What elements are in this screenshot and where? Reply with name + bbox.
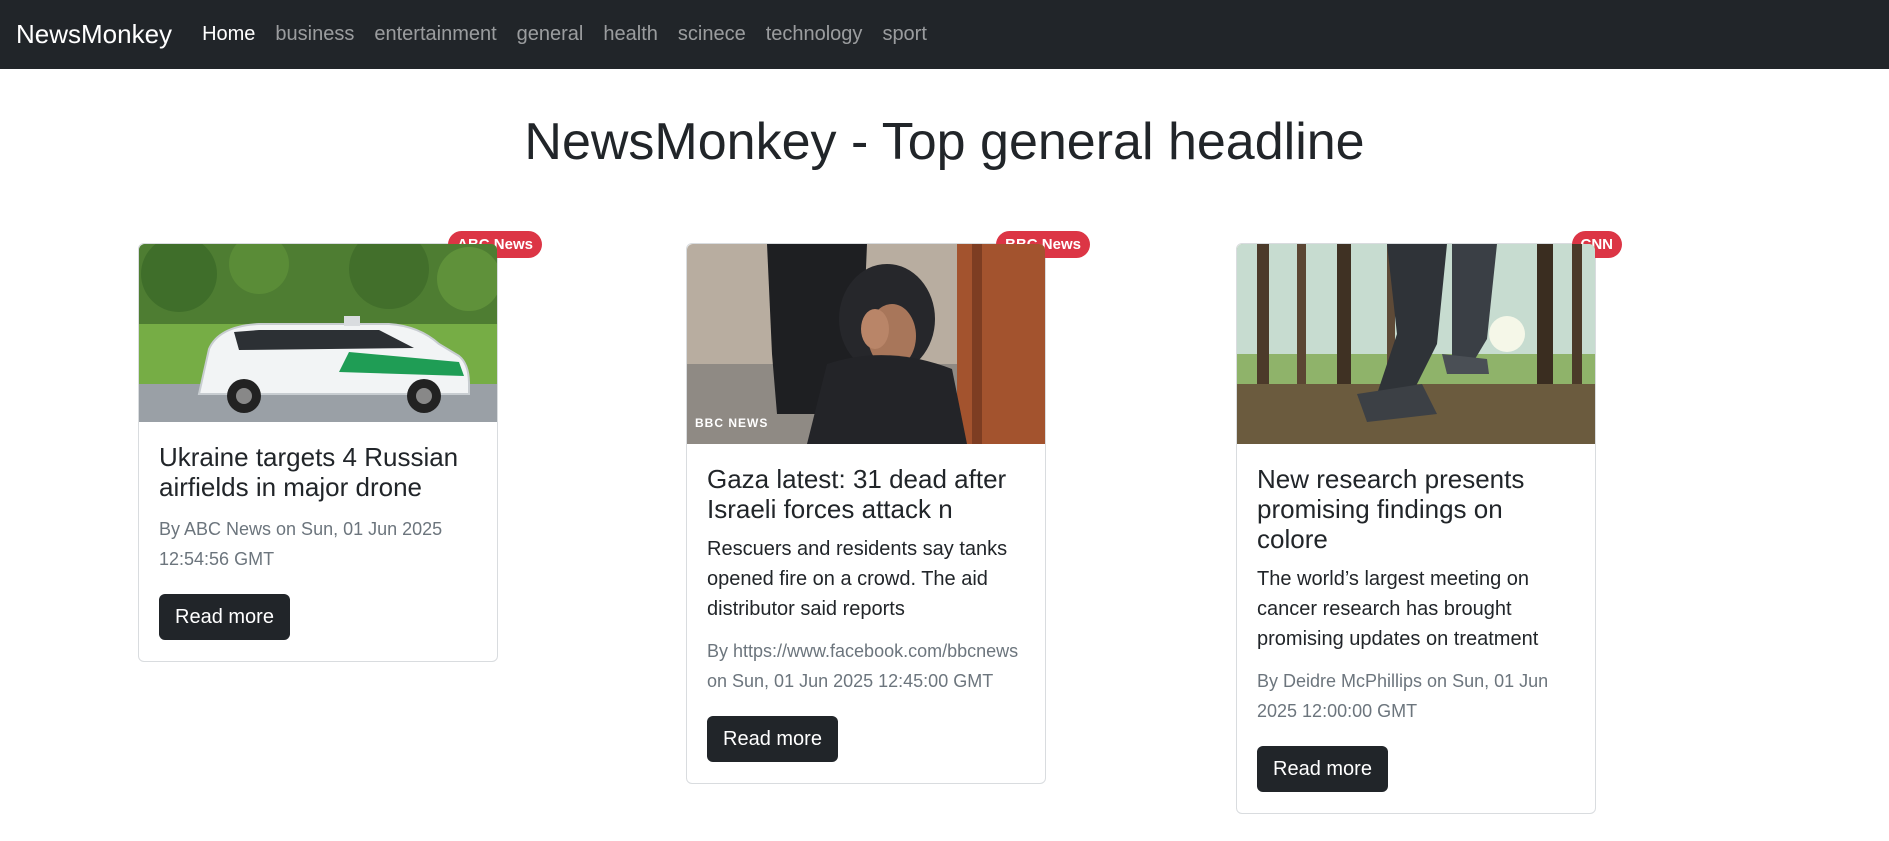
news-description: The world’s largest meeting on cancer re… bbox=[1257, 568, 1539, 650]
woman-photo bbox=[687, 244, 1045, 444]
brand-link[interactable]: NewsMonkey bbox=[16, 19, 172, 50]
news-meta: By Deidre McPhillips on Sun, 01 Jun 2025… bbox=[1257, 671, 1549, 721]
forest-walk-photo bbox=[1237, 244, 1595, 444]
nav-link-general[interactable]: general bbox=[517, 23, 584, 46]
nav-link-science[interactable]: scinece bbox=[678, 23, 746, 46]
news-card: CNN New research presents promising find… bbox=[1236, 231, 1622, 814]
read-more-button[interactable]: Read more bbox=[159, 594, 290, 640]
bbc-watermark: BBC NEWS bbox=[695, 416, 769, 430]
news-meta: By https://www.facebook.com/bbcnews on S… bbox=[707, 641, 1019, 691]
news-description: Rescuers and residents say tanks opened … bbox=[707, 538, 1008, 620]
nav-link-health[interactable]: health bbox=[603, 23, 658, 46]
nav-link-sport[interactable]: sport bbox=[882, 23, 926, 46]
news-title: Gaza latest: 31 dead after Israeli force… bbox=[707, 464, 1007, 524]
news-image bbox=[139, 244, 497, 422]
nav-link-technology[interactable]: technology bbox=[766, 23, 863, 46]
read-more-button[interactable]: Read more bbox=[707, 716, 838, 762]
news-meta: By ABC News on Sun, 01 Jun 2025 12:54:56… bbox=[159, 519, 443, 569]
news-title: New research presents promising findings… bbox=[1257, 464, 1525, 554]
news-title: Ukraine targets 4 Russian airfields in m… bbox=[159, 442, 459, 502]
car-photo bbox=[139, 244, 497, 422]
news-image: BBC NEWS bbox=[687, 244, 1045, 444]
news-card: BBC News BBC NEWS Gaza latest: 31 dead a… bbox=[686, 231, 1090, 784]
read-more-button[interactable]: Read more bbox=[1257, 746, 1388, 792]
navbar: NewsMonkey Home business entertainment g… bbox=[0, 0, 1889, 69]
nav-link-home[interactable]: Home bbox=[202, 23, 255, 46]
nav-link-business[interactable]: business bbox=[275, 23, 354, 46]
page-title: NewsMonkey - Top general headline bbox=[524, 113, 1365, 171]
news-image bbox=[1237, 244, 1595, 444]
nav-link-entertainment[interactable]: entertainment bbox=[374, 23, 496, 46]
news-card: ABC News Ukraine targets 4 Russian airfi… bbox=[138, 231, 542, 662]
